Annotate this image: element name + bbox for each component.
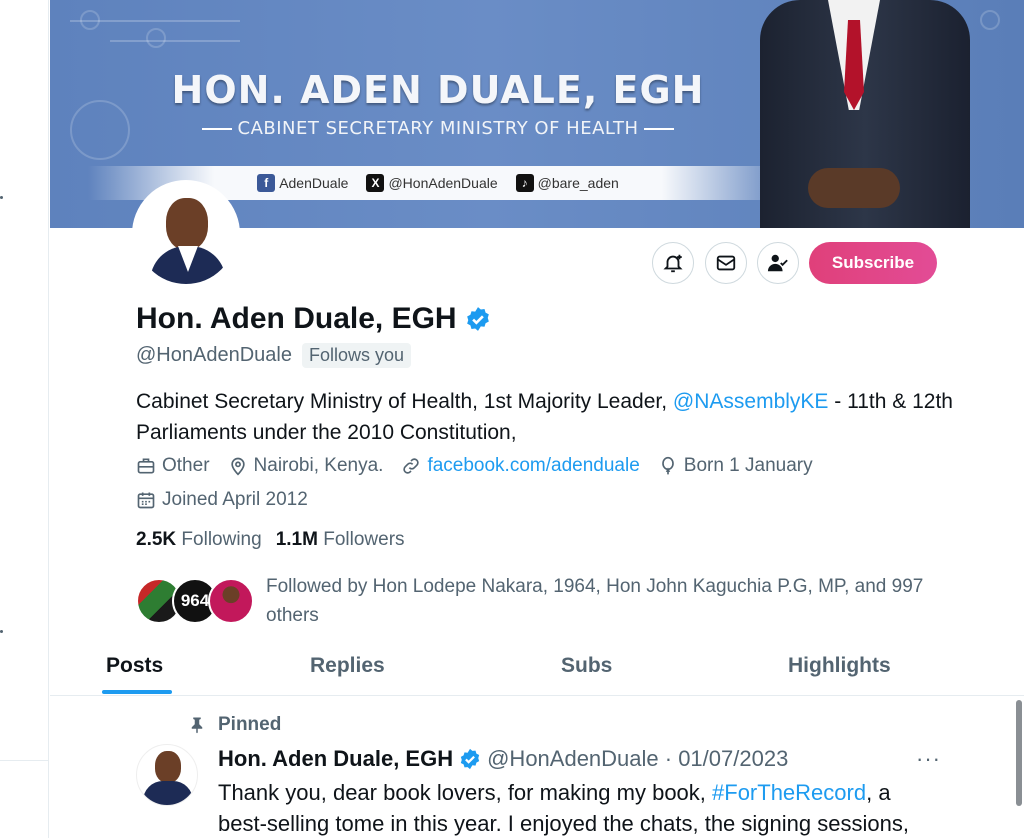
profile-name: Hon. Aden Duale, EGH <box>136 302 491 336</box>
bio-text: Cabinet Secretary Ministry of Health, 1s… <box>136 390 673 413</box>
balloon-icon <box>661 456 674 475</box>
tab-replies[interactable]: Replies <box>310 654 385 678</box>
profile-bio: Cabinet Secretary Ministry of Health, 1s… <box>136 386 966 448</box>
briefcase-icon <box>137 458 155 474</box>
nav-dot <box>0 630 3 633</box>
post-header: Hon. Aden Duale, EGH @HonAdenDuale · 01/… <box>218 746 788 772</box>
banner-social-label: @HonAdenDuale <box>388 175 498 191</box>
banner-decoration <box>980 10 1000 30</box>
meta-location: Nairobi, Kenya. <box>228 455 384 477</box>
post-handle-date[interactable]: @HonAdenDuale · 01/07/2023 <box>487 746 788 772</box>
banner-dash <box>201 128 232 130</box>
banner-social-label: AdenDuale <box>279 175 349 191</box>
post-author-avatar[interactable] <box>136 744 198 806</box>
banner-decoration <box>80 10 100 30</box>
left-nav-strip <box>0 0 49 838</box>
pinned-text: Pinned <box>218 714 282 735</box>
following-link[interactable]: 2.5K Following <box>136 529 262 551</box>
following-button[interactable] <box>757 242 799 284</box>
followers-label: Followers <box>323 529 405 550</box>
banner-dash <box>644 128 675 130</box>
avatar-body <box>143 781 193 805</box>
scrollbar[interactable] <box>1016 700 1022 806</box>
post-text-part: Thank you, dear book lovers, for making … <box>218 780 713 805</box>
banner-subtitle-text: CABINET SECRETARY MINISTRY OF HEALTH <box>237 118 639 139</box>
profile-avatar[interactable] <box>132 180 240 288</box>
tab-subs[interactable]: Subs <box>561 654 612 678</box>
followed-by-text: Followed by Hon Lodepe Nakara, 1964, Hon… <box>266 576 924 626</box>
handle-row: @HonAdenDuale Follows you <box>136 343 412 368</box>
banner-social-tiktok: ♪ @bare_aden <box>515 174 619 192</box>
follow-stats: 2.5K Following 1.1M Followers <box>136 529 405 551</box>
nav-dot <box>0 196 3 199</box>
tab-highlights[interactable]: Highlights <box>788 654 891 678</box>
divider <box>0 760 49 761</box>
banner-decoration <box>110 40 240 42</box>
profile-main: HON. ADEN DUALE, EGH CABINET SECRETARY M… <box>50 0 1024 838</box>
message-button[interactable] <box>705 242 747 284</box>
tiktok-icon: ♪ <box>515 174 534 192</box>
follower-avatar <box>208 578 254 624</box>
person-check-icon <box>767 254 788 272</box>
more-options-icon[interactable]: ··· <box>916 746 941 772</box>
pin-icon <box>191 717 203 734</box>
followers-link[interactable]: 1.1M Followers <box>276 529 405 551</box>
banner-title: HON. ADEN DUALE, EGH <box>171 68 705 112</box>
facebook-icon: f <box>257 174 276 192</box>
post-author-name[interactable]: Hon. Aden Duale, EGH <box>218 746 453 772</box>
avatar-face <box>166 198 208 250</box>
bio-mention-link[interactable]: @NAssemblyKE <box>673 390 829 413</box>
portrait-hands <box>808 168 900 208</box>
meta-category-text: Other <box>162 455 210 476</box>
meta-born-text: Born 1 January <box>683 455 813 476</box>
profile-name-text: Hon. Aden Duale, EGH <box>136 302 457 335</box>
website-link[interactable]: facebook.com/adenduale <box>427 455 639 477</box>
meta-website: facebook.com/adenduale <box>401 455 640 477</box>
banner-decoration <box>70 100 130 160</box>
active-tab-indicator <box>102 690 172 694</box>
link-icon <box>403 458 420 474</box>
following-label: Following <box>181 529 262 550</box>
followed-by-section[interactable]: 964 Followed by Hon Lodepe Nakara, 1964,… <box>136 572 966 632</box>
bell-plus-icon <box>663 254 683 273</box>
meta-category: Other <box>136 455 210 477</box>
follows-you-badge: Follows you <box>301 343 412 368</box>
meta-joined: Joined April 2012 <box>136 489 308 511</box>
profile-handle: @HonAdenDuale <box>136 344 292 366</box>
x-icon: X <box>366 174 385 192</box>
banner-decoration <box>146 28 166 48</box>
post-text: Thank you, dear book lovers, for making … <box>218 777 938 838</box>
meta-location-text: Nairobi, Kenya. <box>253 455 384 476</box>
banner-social-x: X @HonAdenDuale <box>366 174 498 192</box>
followers-count: 1.1M <box>275 529 318 550</box>
verified-badge-icon <box>460 748 480 770</box>
banner-social-facebook: f AdenDuale <box>257 174 348 192</box>
profile-meta-row: Other Nairobi, Kenya. facebook.com/adend… <box>136 455 813 477</box>
meta-joined-text: Joined April 2012 <box>162 489 308 510</box>
tab-posts[interactable]: Posts <box>106 654 163 678</box>
envelope-icon <box>716 255 736 271</box>
banner-subtitle: CABINET SECRETARY MINISTRY OF HEALTH <box>158 118 718 139</box>
profile-meta-joined: Joined April 2012 <box>136 489 308 511</box>
verified-badge-icon[interactable] <box>465 306 491 332</box>
following-count: 2.5K <box>136 529 177 550</box>
subscribe-button[interactable]: Subscribe <box>809 242 937 284</box>
calendar-icon <box>137 492 155 509</box>
hashtag-link[interactable]: #ForTheRecord <box>712 780 866 805</box>
location-pin-icon <box>230 457 245 476</box>
meta-born: Born 1 January <box>658 455 813 477</box>
banner-portrait <box>740 0 980 228</box>
profile-tabs: Posts Replies Subs Highlights <box>50 644 1024 696</box>
notifications-button[interactable] <box>652 242 694 284</box>
banner-social-label: @bare_aden <box>537 175 619 191</box>
avatar-face <box>155 751 181 783</box>
pinned-label: Pinned <box>188 714 281 736</box>
